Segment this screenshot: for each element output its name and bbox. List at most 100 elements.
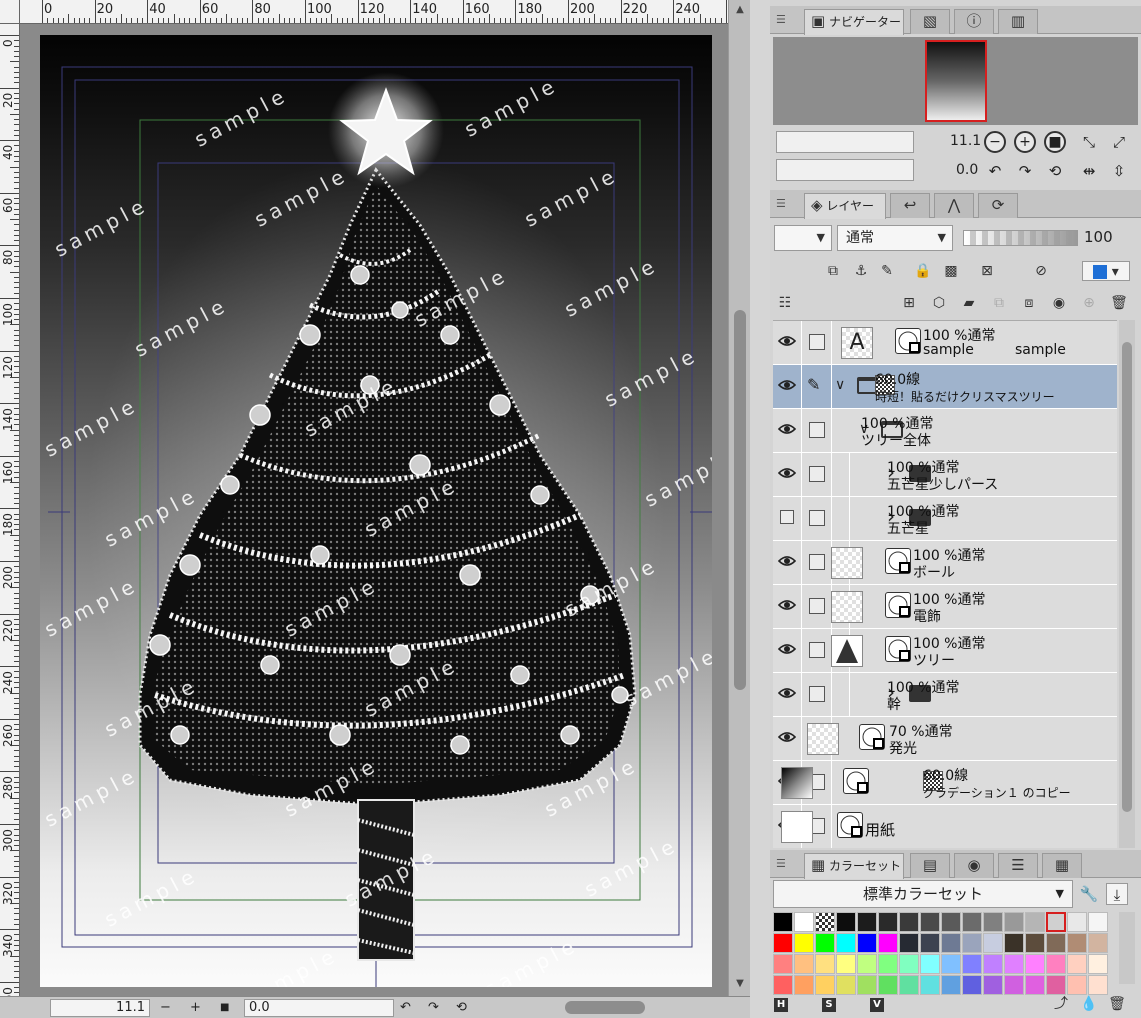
color-swatch[interactable] xyxy=(815,912,835,932)
hsv-h-label[interactable]: H xyxy=(774,998,788,1012)
color-swatch[interactable] xyxy=(1088,933,1108,953)
layer-lock-checkbox[interactable] xyxy=(809,598,825,614)
panel-grip-icon[interactable]: ☰ xyxy=(776,14,788,26)
layer-lock-checkbox[interactable] xyxy=(809,642,825,658)
color-swatch[interactable] xyxy=(878,933,898,953)
navigator-zoom-in-button[interactable]: + xyxy=(1014,131,1036,153)
layer-color-swatch-icon[interactable]: ▾ xyxy=(1082,261,1130,281)
ruler-vertical[interactable]: 0 20 40 60 80 100 120 140 160 180 200 220 240 260 280 3… xyxy=(0,24,20,996)
color-swatch[interactable] xyxy=(1004,933,1024,953)
tab-intermediate-color[interactable]: ▤ xyxy=(910,853,950,878)
layer-lock-checkbox[interactable] xyxy=(809,422,825,438)
color-swatch[interactable] xyxy=(920,954,940,974)
eye-visible-icon[interactable] xyxy=(777,554,797,570)
color-swatch[interactable] xyxy=(773,933,793,953)
color-swatch[interactable] xyxy=(899,933,919,953)
color-set-dropdown[interactable]: 標準カラーセット ▼ xyxy=(773,880,1073,908)
eye-visible-icon[interactable] xyxy=(777,642,797,658)
color-swatch[interactable] xyxy=(1088,912,1108,932)
flip-vertical-icon[interactable]: ⇳ xyxy=(1108,160,1130,182)
layer-row[interactable]: 100 %通常 ツリー xyxy=(773,629,1117,673)
eye-visible-icon[interactable] xyxy=(777,730,797,746)
tab-color-wheel[interactable]: ◉ xyxy=(954,853,994,878)
color-swatch[interactable] xyxy=(1067,912,1087,932)
color-swatch[interactable] xyxy=(815,954,835,974)
layer-row[interactable]: › 100 %通常幹 xyxy=(773,673,1117,717)
enable-mask-icon[interactable]: ⊠ xyxy=(976,261,998,281)
import-color-icon[interactable]: ⤴ xyxy=(1050,994,1072,1014)
color-swatch[interactable] xyxy=(857,954,877,974)
hsv-s-label[interactable]: S xyxy=(822,998,836,1012)
hsv-v-label[interactable]: V xyxy=(870,998,884,1012)
layer-row[interactable]: › 100 %通常 五芒星少しパース xyxy=(773,453,1117,497)
eye-hidden-icon[interactable] xyxy=(777,510,797,526)
color-swatch[interactable] xyxy=(1004,912,1024,932)
navigator-viewport-frame[interactable] xyxy=(925,40,987,122)
actual-size-icon[interactable]: ⤢ xyxy=(1108,131,1130,153)
reset-rotation-icon[interactable]: ⟲ xyxy=(1044,160,1066,182)
color-swatch[interactable] xyxy=(983,954,1003,974)
delete-color-icon[interactable]: 🗑 xyxy=(1106,994,1128,1014)
color-swatch[interactable] xyxy=(899,912,919,932)
navigator-fit-button[interactable]: ■ xyxy=(1044,131,1066,153)
canvas-vertical-scrollbar[interactable]: ▲ ▼ xyxy=(728,0,750,996)
color-swatch[interactable] xyxy=(962,933,982,953)
lock-layer-icon[interactable]: 🔒 xyxy=(912,261,934,281)
chevron-down-icon[interactable]: ∨ xyxy=(835,377,845,393)
scroll-up-arrow-icon[interactable]: ▲ xyxy=(732,2,748,18)
draft-layer-icon[interactable]: ✎ xyxy=(876,261,898,281)
tab-auto-action[interactable]: ⟳ xyxy=(978,193,1018,218)
eye-visible-icon[interactable] xyxy=(777,686,797,702)
layer-lock-checkbox[interactable] xyxy=(809,554,825,570)
color-swatch[interactable] xyxy=(794,954,814,974)
color-swatch[interactable] xyxy=(1025,954,1045,974)
layer-lock-checkbox[interactable] xyxy=(809,334,825,350)
color-swatch[interactable] xyxy=(899,954,919,974)
layer-lock-checkbox[interactable] xyxy=(809,466,825,482)
color-swatch[interactable] xyxy=(920,912,940,932)
tab-navigator[interactable]: ▣ ナビゲーター xyxy=(804,9,904,35)
color-swatch[interactable] xyxy=(1046,954,1066,974)
rotate-right-icon[interactable]: ↷ xyxy=(428,999,439,1017)
layer-scroll-thumb[interactable] xyxy=(1122,342,1132,812)
fit-to-window-button[interactable]: ■ xyxy=(220,999,229,1017)
color-swatch[interactable] xyxy=(857,912,877,932)
eye-visible-icon[interactable] xyxy=(777,466,797,482)
color-swatch[interactable] xyxy=(1004,954,1024,974)
tab-item-bank[interactable]: ▥ xyxy=(998,9,1038,34)
color-swatch[interactable] xyxy=(794,933,814,953)
color-swatch[interactable] xyxy=(941,954,961,974)
new-raster-layer-icon[interactable]: ⊞ xyxy=(898,293,920,313)
color-swatch[interactable] xyxy=(983,933,1003,953)
color-swatch[interactable] xyxy=(815,933,835,953)
layer-list-scrollbar[interactable] xyxy=(1119,320,1135,848)
show-mask-area-icon[interactable]: ⊘ xyxy=(1030,261,1052,281)
navigator-zoom-slider[interactable] xyxy=(776,131,914,153)
color-swatch[interactable] xyxy=(983,912,1003,932)
apply-mask-icon[interactable]: ⊕ xyxy=(1078,293,1100,313)
color-set-add-icon[interactable]: ⤓ xyxy=(1106,883,1128,905)
panel-grip-icon[interactable]: ☰ xyxy=(776,858,788,870)
layer-row[interactable]: 70 %通常 発光 xyxy=(773,717,1117,761)
delete-layer-icon[interactable]: 🗑 xyxy=(1108,293,1130,313)
tab-color-history[interactable]: ▦ xyxy=(1042,853,1082,878)
layer-row[interactable]: › 100 %通常 五芒星 xyxy=(773,497,1117,541)
create-layer-mask-icon[interactable]: ◉ xyxy=(1048,293,1070,313)
layer-row[interactable]: 100 %通常 電飾 xyxy=(773,585,1117,629)
rotate-left-icon[interactable]: ↶ xyxy=(400,999,411,1017)
blend-mode-dropdown[interactable]: 通常 ▼ xyxy=(837,225,953,251)
tab-info[interactable]: ⓘ xyxy=(954,9,994,34)
new-folder-icon[interactable]: ▰ xyxy=(958,293,980,313)
layer-color-dropdown[interactable]: ▼ xyxy=(774,225,832,251)
reference-layer-icon[interactable]: ⚓ xyxy=(850,261,872,281)
color-swatch[interactable] xyxy=(1025,912,1045,932)
layer-lock-checkbox[interactable] xyxy=(809,510,825,526)
layer-row[interactable]: A 100 %通常 sample sample xyxy=(773,321,1117,365)
rotate-left-icon[interactable]: ↶ xyxy=(984,160,1006,182)
eye-visible-icon[interactable] xyxy=(777,598,797,614)
tab-color-slider[interactable]: ☰ xyxy=(998,853,1038,878)
layer-menu-icon[interactable]: ☷ xyxy=(774,293,796,313)
layer-row[interactable]: 100 %通常 ボール xyxy=(773,541,1117,585)
color-swatch[interactable] xyxy=(794,912,814,932)
color-swatch[interactable] xyxy=(836,912,856,932)
